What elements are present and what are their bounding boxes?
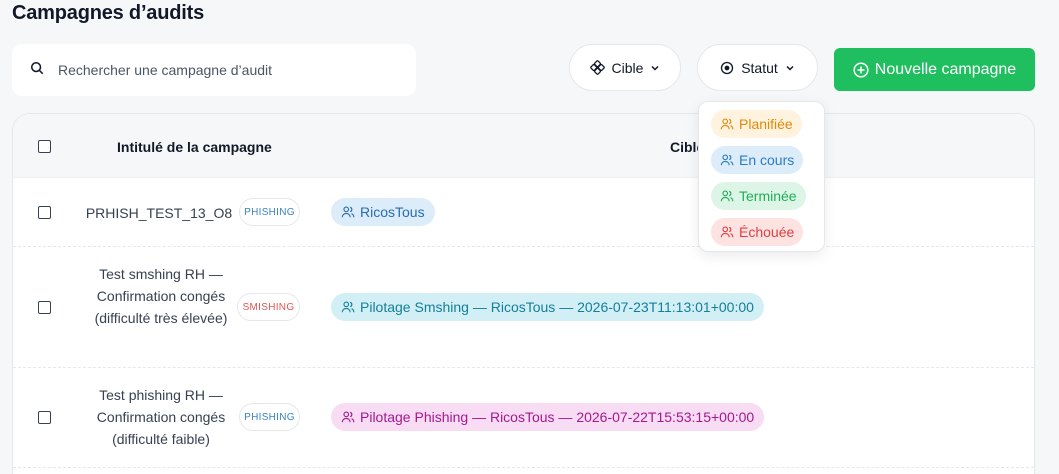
users-icon <box>720 225 734 239</box>
statut-filter-label: Statut <box>741 59 778 76</box>
cible-filter-button[interactable]: Cible <box>569 44 681 91</box>
status-option-label: Planifiée <box>739 116 793 132</box>
statut-filter-button[interactable]: Statut <box>697 44 818 91</box>
target-icon <box>589 60 605 75</box>
status-option-en-cours[interactable]: En cours <box>711 146 804 174</box>
status-option-echouee[interactable]: Échouée <box>711 218 804 246</box>
status-option-label: Échouée <box>739 224 795 240</box>
table-row[interactable]: PRHISH_TEST_13_O8 PHISHING RicosTous <box>13 178 1034 247</box>
campaign-name: Test phishing RH — Confirmation congés (… <box>96 387 226 447</box>
table-row[interactable]: Test phishing RH — Confirmation congés (… <box>13 368 1034 468</box>
status-dropdown-menu: Planifiée En cours Terminée Échouée <box>698 101 825 252</box>
status-icon <box>720 61 734 75</box>
row-checkbox[interactable] <box>38 411 51 424</box>
search-input[interactable] <box>58 62 378 78</box>
status-option-planifiee[interactable]: Planifiée <box>711 110 802 138</box>
row-checkbox[interactable] <box>38 301 51 314</box>
search-box <box>12 44 416 96</box>
status-option-label: Terminée <box>739 188 797 204</box>
campaign-table: Intitulé de la campagne Cible PRHISH_TES… <box>12 113 1035 474</box>
cible-filter-label: Cible <box>611 59 644 76</box>
search-icon <box>30 61 44 80</box>
users-icon <box>341 300 355 314</box>
chevron-down-icon <box>785 63 795 73</box>
chevron-down-icon <box>650 63 660 73</box>
target-label: Pilotage Smshing — RicosTous — 2026-07-2… <box>360 299 754 315</box>
target-chip: Pilotage Phishing — RicosTous — 2026-07-… <box>331 403 765 431</box>
status-option-terminee[interactable]: Terminée <box>711 182 806 210</box>
table-row[interactable]: Test smshing RH — Confirmation congés (d… <box>13 247 1034 368</box>
plus-circle-icon <box>853 61 869 78</box>
users-icon <box>720 189 734 203</box>
type-badge: PHISHING <box>239 198 300 226</box>
table-header: Intitulé de la campagne Cible <box>13 114 1034 178</box>
select-all-checkbox[interactable] <box>38 140 51 153</box>
users-icon <box>720 153 734 167</box>
campaign-name: Test smshing RH — Confirmation congés (d… <box>94 266 228 326</box>
new-campaign-button[interactable]: Nouvelle campagne <box>834 48 1035 91</box>
users-icon <box>341 205 355 219</box>
type-badge: PHISHING <box>239 403 300 431</box>
target-label: Pilotage Phishing — RicosTous — 2026-07-… <box>360 409 755 425</box>
column-header-title: Intitulé de la campagne <box>117 139 272 155</box>
users-icon <box>341 410 355 424</box>
target-chip: RicosTous <box>331 198 435 226</box>
type-badge: SMISHING <box>237 293 300 321</box>
row-checkbox[interactable] <box>38 206 51 219</box>
campaign-name: PRHISH_TEST_13_O8 <box>85 205 233 221</box>
users-icon <box>720 117 734 131</box>
target-label: RicosTous <box>360 204 425 220</box>
page-title: Campagnes d’audits <box>12 2 204 24</box>
status-option-label: En cours <box>739 152 795 168</box>
target-chip: Pilotage Smshing — RicosTous — 2026-07-2… <box>331 293 764 321</box>
new-campaign-label: Nouvelle campagne <box>874 60 1017 78</box>
